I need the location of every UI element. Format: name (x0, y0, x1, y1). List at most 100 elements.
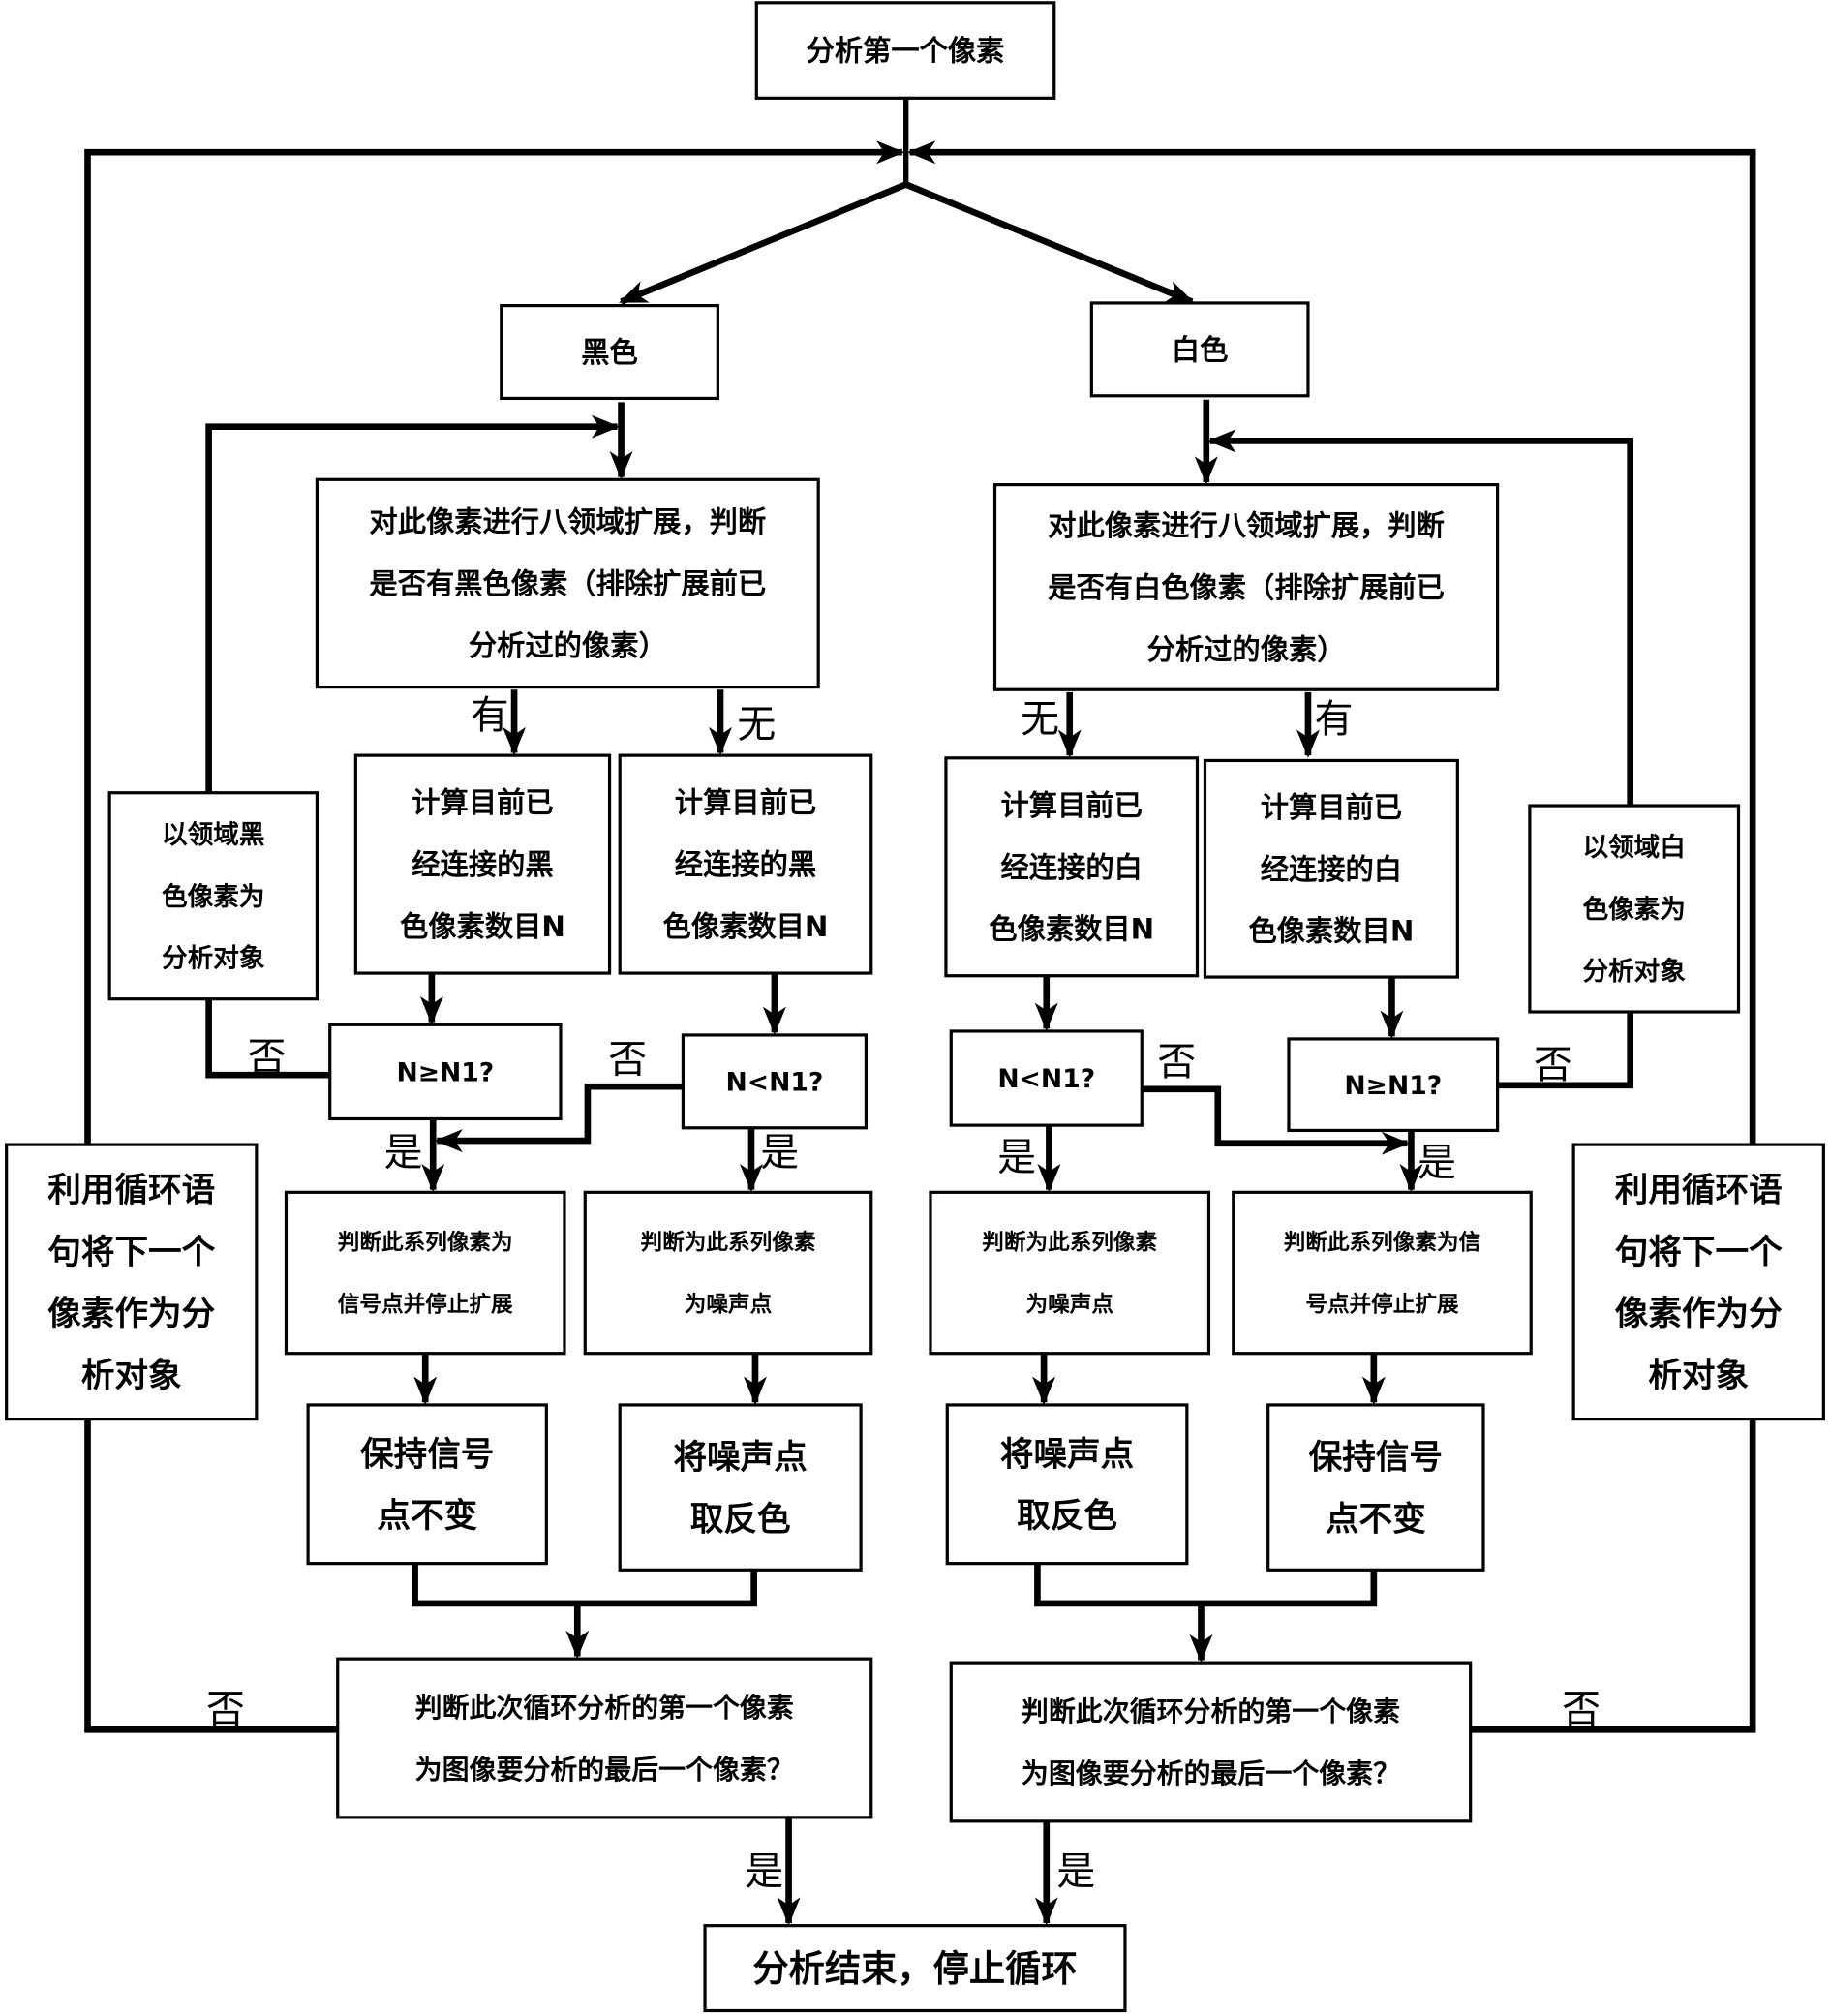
node-keep-black-text: 保持信号 (360, 1435, 494, 1474)
node-neighbor-white-text: 以领域白 (1582, 833, 1685, 863)
node-expand-white: 对此像素进行八领域扩展，判断是否有白色像素（排除扩展前已分析过的像素） (992, 483, 1500, 691)
node-keep-black-text: 点不变 (377, 1497, 477, 1536)
node-invert-white-text: 取反色 (1017, 1497, 1117, 1536)
node-dec-black-ge: N≥N1? (328, 1023, 563, 1121)
node-judge-black-signal-text: 信号点并停止扩展 (338, 1292, 513, 1318)
node-dec-white-ge: N≥N1? (1287, 1037, 1500, 1133)
node-judge-black-noise-box (583, 1190, 873, 1356)
edge-to-black (619, 181, 907, 305)
node-dec-black-lt-text: N<N1? (726, 1067, 824, 1097)
label-no-white-lt: 否 (1157, 1040, 1196, 1084)
node-last-white-text: 判断此次循环分析的第一个像素 (1022, 1695, 1400, 1727)
node-keep-white: 保持信号点不变 (1266, 1403, 1485, 1572)
node-calc-black-yes: 计算目前已经连接的黑色像素数目N (353, 753, 612, 975)
node-keep-black: 保持信号点不变 (306, 1403, 548, 1566)
node-last-black: 判断此次循环分析的第一个像素为图像要分析的最后一个像素？ (336, 1657, 873, 1819)
node-calc-white-yes: 计算目前已经连接的白色像素数目N (1203, 758, 1459, 979)
node-loop-left: 利用循环语句将下一个像素作为分析对象 (5, 1143, 259, 1421)
node-judge-white-noise-box (929, 1190, 1211, 1356)
node-dec-black-lt: N<N1? (681, 1033, 869, 1130)
node-loop-left-text: 像素作为分 (47, 1295, 215, 1333)
label-yes-last-black: 是 (745, 1849, 783, 1894)
node-neighbor-white-text: 色像素为 (1582, 895, 1685, 925)
node-loop-left-text: 析对象 (81, 1357, 182, 1395)
label-yes-1: 是 (384, 1130, 423, 1175)
node-start: 分析第一个像素 (754, 1, 1056, 100)
node-calc-black-yes-text: 色像素数目N (400, 910, 565, 943)
node-calc-white-no-text: 色像素数目N (989, 913, 1154, 946)
node-judge-black-signal: 判断此系列像素为信号点并停止扩展 (284, 1190, 566, 1356)
label-yes-last-white: 是 (1056, 1849, 1095, 1894)
node-keep-white-text: 点不变 (1326, 1501, 1426, 1540)
label-no-last-white: 否 (1562, 1687, 1601, 1731)
node-loop-right: 利用循环语句将下一个像素作为分析对象 (1571, 1143, 1825, 1421)
node-loop-right-text: 析对象 (1648, 1357, 1749, 1395)
node-loop-left-text: 句将下一个 (47, 1233, 215, 1271)
node-invert-black-box (618, 1403, 863, 1572)
node-expand-white-text: 是否有白色像素（排除扩展前已 (1048, 571, 1445, 604)
node-neighbor-white: 以领域白色像素为分析对象 (1528, 804, 1741, 1014)
node-calc-white-no-text: 计算目前已 (1001, 789, 1143, 822)
node-calc-white-no: 计算目前已经连接的白色像素数目N (944, 756, 1200, 978)
node-expand-black-text: 对此像素进行八领域扩展，判断 (369, 505, 766, 538)
node-judge-white-signal-text: 判断此系列像素为信 (1284, 1230, 1481, 1256)
node-loop-right-text: 句将下一个 (1615, 1233, 1783, 1271)
node-calc-white-yes-text: 经连接的白 (1261, 853, 1402, 886)
label-no-last-black: 否 (206, 1687, 245, 1731)
node-keep-white-text: 保持信号 (1309, 1439, 1443, 1478)
node-invert-black-text: 取反色 (690, 1501, 791, 1540)
node-judge-black-signal-box (284, 1190, 566, 1356)
node-judge-white-noise-text: 判断为此系列像素 (982, 1230, 1157, 1256)
node-neighbor-black-text: 分析对象 (162, 944, 265, 974)
node-judge-white-noise: 判断为此系列像素为噪声点 (929, 1190, 1211, 1356)
node-white-text: 白色 (1172, 333, 1229, 366)
node-expand-black-text: 分析过的像素） (469, 629, 667, 662)
label-yes-2: 是 (760, 1130, 799, 1175)
node-expand-black-text: 是否有黑色像素（排除扩展前已 (369, 567, 766, 600)
node-invert-white: 将噪声点取反色 (945, 1403, 1189, 1566)
node-invert-black: 将噪声点取反色 (618, 1403, 863, 1572)
edge-to-white (904, 181, 1195, 305)
node-invert-white-box (945, 1403, 1189, 1566)
node-loop-left-text: 利用循环语 (47, 1171, 215, 1209)
node-calc-white-yes-text: 色像素数目N (1248, 915, 1414, 948)
node-end-text: 分析结束，停止循环 (752, 1947, 1077, 1990)
node-invert-black-text: 将噪声点 (673, 1439, 807, 1478)
node-calc-black-no: 计算目前已经连接的黑色像素数目N (618, 753, 873, 975)
label-yes-3: 是 (997, 1136, 1036, 1180)
node-judge-black-signal-text: 判断此系列像素为 (338, 1230, 513, 1256)
label-none-black: 无 (737, 702, 776, 747)
label-none-white: 无 (1021, 697, 1059, 742)
connectors (84, 98, 1756, 1926)
node-judge-white-noise-text: 为噪声点 (1025, 1293, 1113, 1318)
node-keep-white-box (1266, 1403, 1485, 1572)
node-neighbor-white-text: 分析对象 (1582, 957, 1686, 987)
node-expand-white-text: 对此像素进行八领域扩展，判断 (1048, 509, 1445, 542)
node-last-black-box (336, 1657, 873, 1819)
node-judge-black-noise-text: 为噪声点 (685, 1293, 773, 1318)
node-invert-white-text: 将噪声点 (1000, 1435, 1134, 1474)
node-last-white-box (949, 1661, 1473, 1823)
node-start-text: 分析第一个像素 (807, 35, 1005, 68)
node-end: 分析结束，停止循环 (703, 1924, 1127, 2013)
node-keep-black-box (306, 1403, 548, 1566)
node-expand-white-text: 分析过的像素） (1147, 633, 1346, 666)
node-dec-white-lt: N<N1? (949, 1029, 1144, 1127)
nodes: 分析第一个像素黑色 白色对此像素进行八领域扩展，判断是否有黑色像素（排除扩展前已分… (5, 1, 1825, 2013)
node-last-white: 判断此次循环分析的第一个像素为图像要分析的最后一个像素？ (949, 1661, 1473, 1823)
label-has-black: 有 (471, 693, 509, 738)
node-last-white-text: 为图像要分析的最后一个像素？ (1022, 1757, 1400, 1789)
node-last-black-text: 为图像要分析的最后一个像素？ (415, 1754, 794, 1786)
node-calc-black-yes-text: 经连接的黑 (412, 848, 553, 881)
label-has-white: 有 (1315, 697, 1354, 742)
node-calc-white-no-text: 经连接的白 (1001, 851, 1143, 884)
node-neighbor-black-text: 色像素为 (162, 882, 264, 912)
node-judge-black-noise-text: 判断为此系列像素 (641, 1230, 816, 1256)
label-no-white-ge: 否 (1534, 1043, 1572, 1087)
node-last-black-text: 判断此次循环分析的第一个像素 (415, 1692, 794, 1724)
node-judge-white-signal-box (1232, 1190, 1533, 1356)
flowchart: 有 无 无 有 否 否 否 否 是 是 是 是 否 否 是 是 分析第一个像素黑… (5, 1, 1825, 2013)
node-calc-black-no-text: 计算目前已 (675, 786, 816, 819)
node-black: 黑色 (500, 304, 719, 401)
node-dec-white-ge-text: N≥N1? (1344, 1071, 1442, 1101)
